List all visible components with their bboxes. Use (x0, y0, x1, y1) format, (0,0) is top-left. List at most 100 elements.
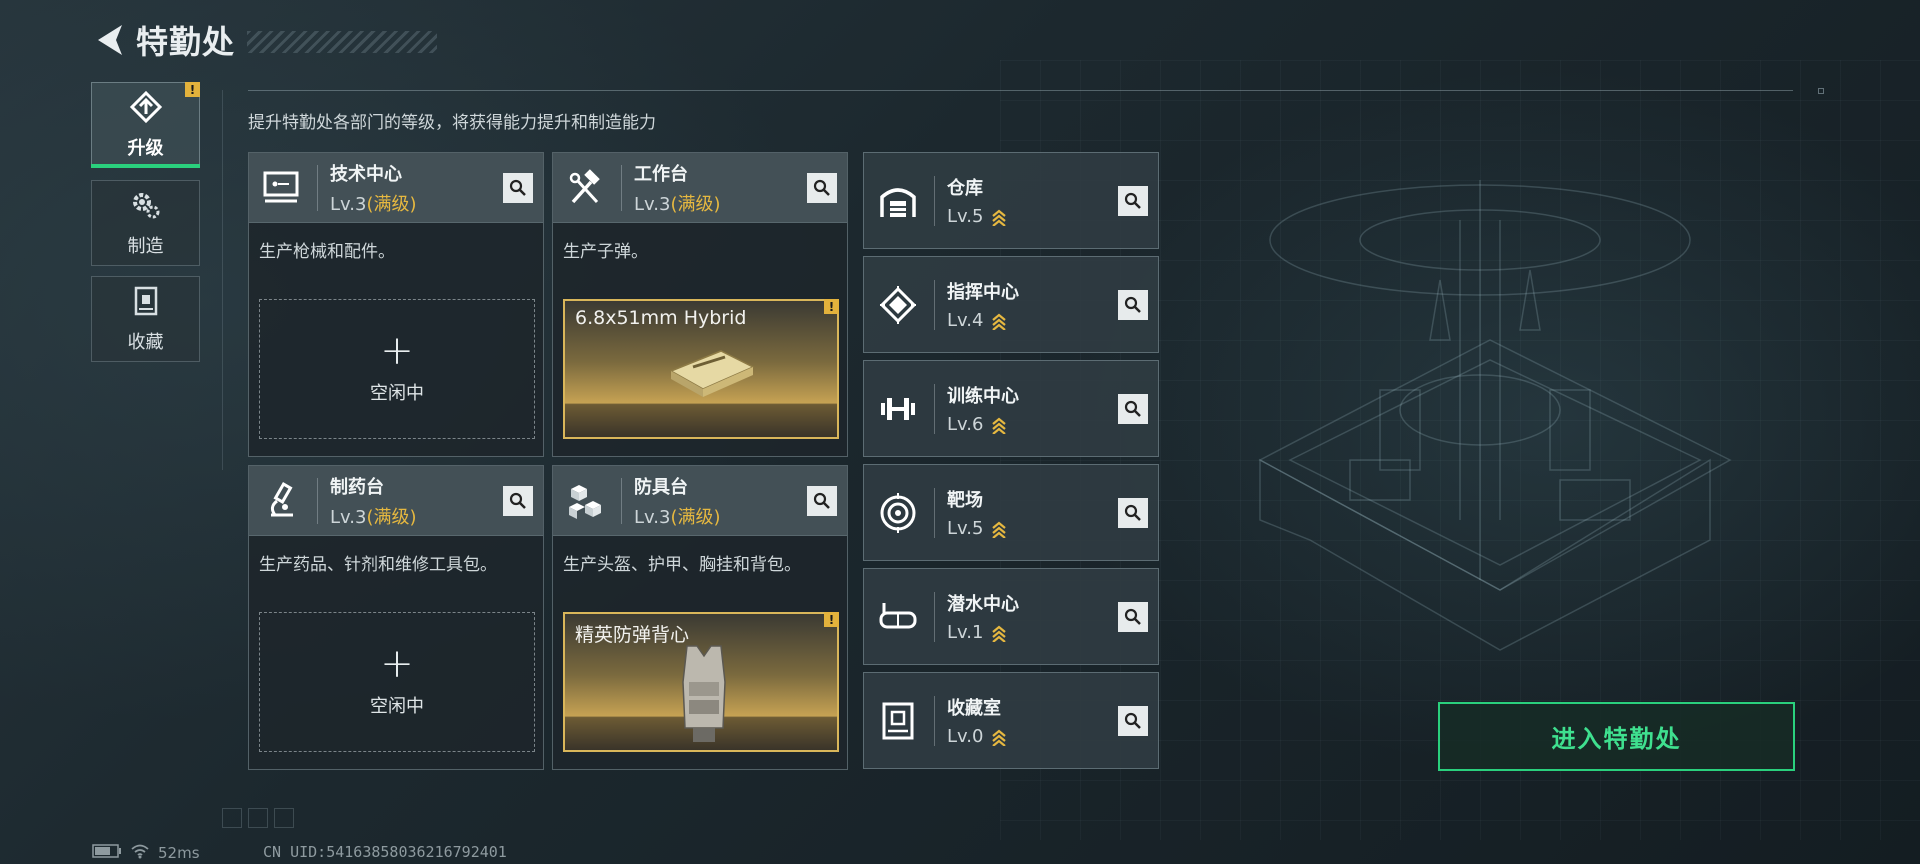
warehouse-icon (876, 179, 920, 223)
rank-chevrons-icon (991, 728, 1007, 746)
display-case-icon (876, 699, 920, 743)
divider (248, 90, 1793, 91)
sidebar-tab-craft[interactable]: 制造 (91, 180, 200, 266)
separator (934, 695, 935, 746)
facility-name: 靶场 (947, 490, 983, 511)
level-text: Lv.1 (947, 622, 984, 643)
workshop-card-armor-bench[interactable]: 防具台 Lv.3(满级) 生产头盔、护甲、胸挂和背包。 精英防弹背心 ! (552, 465, 848, 770)
sidebar-tab-upgrade[interactable]: 升级 ! (91, 82, 200, 168)
max-level-label: (满级) (366, 506, 417, 528)
idle-production-slot[interactable]: + 空闲中 (259, 299, 535, 439)
target-icon (876, 491, 920, 535)
level-text: Lv.3 (634, 506, 671, 528)
magnifier-icon (509, 492, 526, 509)
production-slot-armor[interactable]: 精英防弹背心 ! (563, 612, 839, 752)
rank-chevrons-icon (991, 312, 1007, 330)
rank-chevrons-icon (991, 416, 1007, 434)
magnifier-icon (1124, 712, 1141, 729)
ammo-box-icon (669, 350, 755, 397)
magnifier-icon (1124, 296, 1141, 313)
search-button[interactable] (1118, 498, 1148, 528)
bottom-decoration (222, 808, 294, 828)
workshop-description: 生产子弹。 (563, 242, 648, 262)
workshop-level: Lv.3(满级) (634, 190, 721, 216)
dumbbell-icon (876, 387, 920, 431)
microscope-icon (259, 479, 303, 523)
battery-icon (92, 844, 122, 862)
facility-item-training-center[interactable]: 训练中心 Lv.6 (863, 360, 1159, 457)
magnifier-icon (1124, 400, 1141, 417)
level-text: Lv.4 (947, 310, 984, 331)
facility-item-diving-center[interactable]: 潜水中心 Lv.1 (863, 568, 1159, 665)
title-decoration (247, 31, 438, 53)
product-name: 精英防弹背心 (575, 624, 690, 646)
collection-icon (129, 284, 163, 322)
magnifier-icon (1124, 504, 1141, 521)
level-text: Lv.3 (330, 506, 367, 528)
command-chip-icon (876, 283, 920, 327)
divider-tick (1818, 88, 1824, 94)
idle-production-slot[interactable]: + 空闲中 (259, 612, 535, 752)
max-level-label: (满级) (670, 506, 721, 528)
workshop-name: 防具台 (634, 476, 688, 498)
enter-special-ops-button[interactable]: 进入特勤处 (1438, 702, 1795, 771)
workshop-level: Lv.3(满级) (634, 503, 721, 529)
facility-item-command-center[interactable]: 指挥中心 Lv.4 (863, 256, 1159, 353)
gears-icon (129, 188, 163, 226)
workshop-card-pharmacy[interactable]: 制药台 Lv.3(满级) 生产药品、针剂和维修工具包。 + 空闲中 (248, 465, 544, 770)
sidebar-tab-label: 升级 (127, 138, 164, 159)
plus-icon: + (380, 641, 414, 687)
workshop-card-workbench[interactable]: 工作台 Lv.3(满级) 生产子弹。 6.8x51mm Hybrid ! (552, 152, 848, 457)
level-text: Lv.5 (947, 206, 984, 227)
facility-item-warehouse[interactable]: 仓库 Lv.5 (863, 152, 1159, 249)
card-header: 防具台 Lv.3(满级) (553, 466, 847, 536)
workshop-card-tech-center[interactable]: 技术中心 Lv.3(满级) 生产枪械和配件。 + 空闲中 (248, 152, 544, 457)
separator (621, 164, 622, 211)
separator (934, 383, 935, 434)
back-arrow-icon[interactable] (92, 20, 126, 60)
workshop-level: Lv.3(满级) (330, 190, 417, 216)
facility-item-shooting-range[interactable]: 靶场 Lv.5 (863, 464, 1159, 561)
sidebar-tab-collection[interactable]: 收藏 (91, 276, 200, 362)
production-slot-ammo[interactable]: 6.8x51mm Hybrid ! (563, 299, 839, 439)
max-level-label: (满级) (670, 193, 721, 215)
divider-vertical (222, 90, 223, 470)
base-blueprint-illustration (1258, 180, 1732, 651)
product-name: 6.8x51mm Hybrid (575, 307, 747, 329)
facility-level: Lv.4 (947, 310, 1019, 331)
search-button[interactable] (1118, 706, 1148, 736)
idle-label: 空闲中 (370, 696, 424, 717)
search-button[interactable] (1118, 186, 1148, 216)
search-button[interactable] (1118, 394, 1148, 424)
search-button[interactable] (503, 173, 533, 203)
armor-vest-icon (682, 645, 726, 742)
separator (934, 279, 935, 330)
workshop-name: 制药台 (330, 476, 384, 498)
level-text: Lv.5 (947, 518, 984, 539)
card-header: 工作台 Lv.3(满级) (553, 153, 847, 223)
search-button[interactable] (503, 486, 533, 516)
facility-name: 训练中心 (947, 386, 1019, 407)
facility-level: Lv.6 (947, 414, 1019, 435)
page-header: 特勤处 (92, 18, 438, 62)
facility-item-collection-room[interactable]: 收藏室 Lv.0 (863, 672, 1159, 769)
facility-level: Lv.1 (947, 622, 1019, 643)
rank-chevrons-icon (991, 208, 1007, 226)
plus-icon: + (380, 328, 414, 374)
workshop-name: 工作台 (634, 163, 688, 185)
workshop-description: 生产药品、针剂和维修工具包。 (259, 555, 497, 575)
facility-name: 仓库 (947, 178, 983, 199)
max-level-label: (满级) (366, 193, 417, 215)
workshop-description: 生产枪械和配件。 (259, 242, 395, 262)
search-button[interactable] (807, 173, 837, 203)
search-button[interactable] (1118, 290, 1148, 320)
alert-badge: ! (824, 299, 839, 314)
search-button[interactable] (807, 486, 837, 516)
alert-badge: ! (185, 82, 200, 97)
separator (934, 175, 935, 226)
facility-name: 指挥中心 (947, 282, 1019, 303)
search-button[interactable] (1118, 602, 1148, 632)
separator (621, 477, 622, 524)
armor-blocks-icon (563, 479, 607, 523)
hammer-wrench-icon (563, 166, 607, 210)
